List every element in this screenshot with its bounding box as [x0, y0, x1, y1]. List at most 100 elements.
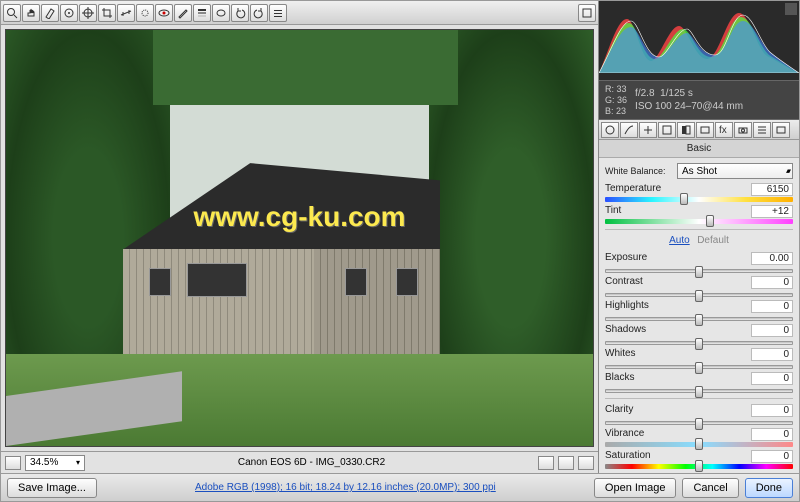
- temperature-track[interactable]: [605, 197, 793, 202]
- whites-thumb[interactable]: [695, 362, 703, 374]
- tab-camera[interactable]: [734, 122, 752, 138]
- clarity-thumb[interactable]: [695, 418, 703, 430]
- tab-hsl[interactable]: [658, 122, 676, 138]
- shadows-track[interactable]: [605, 341, 793, 345]
- graduated-filter-tool[interactable]: [193, 4, 211, 22]
- save-image-button[interactable]: Save Image...: [7, 478, 97, 498]
- color-sampler-tool[interactable]: [60, 4, 78, 22]
- clarity-slider: Clarity0: [605, 404, 793, 425]
- tab-split[interactable]: [677, 122, 695, 138]
- vibrance-thumb[interactable]: [695, 438, 703, 450]
- rotate-ccw-tool[interactable]: [231, 4, 249, 22]
- shadows-slider: Shadows0: [605, 324, 793, 345]
- hand-tool[interactable]: [22, 4, 40, 22]
- shadows-thumb[interactable]: [695, 338, 703, 350]
- exif-iso-lens: ISO 100 24–70@44 mm: [635, 101, 743, 112]
- tool-toolbar: [1, 1, 598, 25]
- tab-presets[interactable]: [753, 122, 771, 138]
- readout-b: 23: [616, 106, 626, 116]
- contrast-thumb[interactable]: [695, 290, 703, 302]
- saturation-value[interactable]: 0: [751, 450, 793, 463]
- white-balance-label: White Balance:: [605, 166, 673, 176]
- tab-curve[interactable]: [620, 122, 638, 138]
- contrast-slider: Contrast0: [605, 276, 793, 297]
- white-balance-dropdown[interactable]: As Shot: [677, 163, 793, 179]
- straighten-tool[interactable]: [117, 4, 135, 22]
- readout-g: 36: [617, 95, 627, 105]
- whites-value[interactable]: 0: [751, 348, 793, 361]
- highlights-thumb[interactable]: [695, 314, 703, 326]
- tab-basic[interactable]: [601, 122, 619, 138]
- workflow-options-link[interactable]: Adobe RGB (1998); 16 bit; 18.24 by 12.16…: [195, 482, 496, 493]
- shadows-value[interactable]: 0: [751, 324, 793, 337]
- footer-bar: Save Image... Adobe RGB (1998); 16 bit; …: [1, 473, 799, 501]
- readout-r: 33: [617, 84, 627, 94]
- whites-track[interactable]: [605, 365, 793, 369]
- saturation-thumb[interactable]: [695, 460, 703, 472]
- zoom-tool[interactable]: [3, 4, 21, 22]
- auto-link[interactable]: Auto: [669, 235, 690, 246]
- exposure-value[interactable]: 0.00: [751, 252, 793, 265]
- blacks-track[interactable]: [605, 389, 793, 393]
- zoom-value: 34.5%: [30, 457, 58, 468]
- temperature-value[interactable]: 6150: [751, 183, 793, 196]
- redeye-tool[interactable]: [155, 4, 173, 22]
- crop-tool[interactable]: [98, 4, 116, 22]
- open-image-button[interactable]: Open Image: [594, 478, 677, 498]
- default-link[interactable]: Default: [697, 235, 729, 246]
- tint-thumb[interactable]: [706, 215, 714, 227]
- clarity-value[interactable]: 0: [751, 404, 793, 417]
- white-balance-row: White Balance: As Shot: [605, 162, 793, 180]
- zoom-dropdown[interactable]: 34.5%: [25, 455, 85, 471]
- warning-toggle-2[interactable]: [558, 456, 574, 470]
- exif-aperture: f/2.8: [635, 88, 654, 99]
- exif-shutter: 1/125 s: [660, 88, 693, 99]
- temperature-thumb[interactable]: [680, 193, 688, 205]
- targeted-adjustment-tool[interactable]: [79, 4, 97, 22]
- panel-title: Basic: [599, 140, 799, 158]
- exif-readout: R: 33 G: 36 B: 23 f/2.8 1/125 s ISO 100 …: [599, 81, 799, 120]
- blacks-slider: Blacks0: [605, 372, 793, 393]
- blacks-thumb[interactable]: [695, 386, 703, 398]
- rotate-cw-tool[interactable]: [250, 4, 268, 22]
- adjustment-brush-tool[interactable]: [174, 4, 192, 22]
- done-button[interactable]: Done: [745, 478, 793, 498]
- white-balance-tool[interactable]: [41, 4, 59, 22]
- image-preview[interactable]: www.cg-ku.com: [5, 29, 594, 447]
- tab-detail[interactable]: [639, 122, 657, 138]
- vibrance-track[interactable]: [605, 442, 793, 447]
- preferences-tool[interactable]: [269, 4, 287, 22]
- saturation-track[interactable]: [605, 464, 793, 469]
- radial-filter-tool[interactable]: [212, 4, 230, 22]
- clarity-track[interactable]: [605, 421, 793, 425]
- editor-left-pane: www.cg-ku.com 34.5% Canon EOS 6D - IMG_0…: [1, 1, 599, 473]
- histogram-menu-icon[interactable]: [785, 3, 797, 15]
- camera-file-label: Canon EOS 6D - IMG_0330.CR2: [89, 457, 534, 468]
- saturation-slider: Saturation0: [605, 450, 793, 469]
- spot-removal-tool[interactable]: [136, 4, 154, 22]
- svg-text:fx: fx: [719, 125, 727, 136]
- toggle-preview-icon[interactable]: [578, 4, 596, 22]
- tint-slider: Tint+12: [605, 205, 793, 224]
- contrast-value[interactable]: 0: [751, 276, 793, 289]
- zoom-prev-button[interactable]: [5, 456, 21, 470]
- warning-toggle-1[interactable]: [538, 456, 554, 470]
- histogram[interactable]: [599, 1, 799, 81]
- exposure-track[interactable]: [605, 269, 793, 273]
- basic-panel-body: White Balance: As Shot Temperature6150 T…: [599, 158, 799, 473]
- contrast-track[interactable]: [605, 293, 793, 297]
- tab-lens[interactable]: [696, 122, 714, 138]
- tab-fx[interactable]: fx: [715, 122, 733, 138]
- whites-slider: Whites0: [605, 348, 793, 369]
- tint-track[interactable]: [605, 219, 793, 224]
- tint-value[interactable]: +12: [751, 205, 793, 218]
- warning-toggle-3[interactable]: [578, 456, 594, 470]
- blacks-value[interactable]: 0: [751, 372, 793, 385]
- cancel-button[interactable]: Cancel: [682, 478, 738, 498]
- tab-snapshots[interactable]: [772, 122, 790, 138]
- vibrance-value[interactable]: 0: [751, 428, 793, 441]
- panel-tabs: fx: [599, 120, 799, 140]
- highlights-track[interactable]: [605, 317, 793, 321]
- exposure-thumb[interactable]: [695, 266, 703, 278]
- highlights-value[interactable]: 0: [751, 300, 793, 313]
